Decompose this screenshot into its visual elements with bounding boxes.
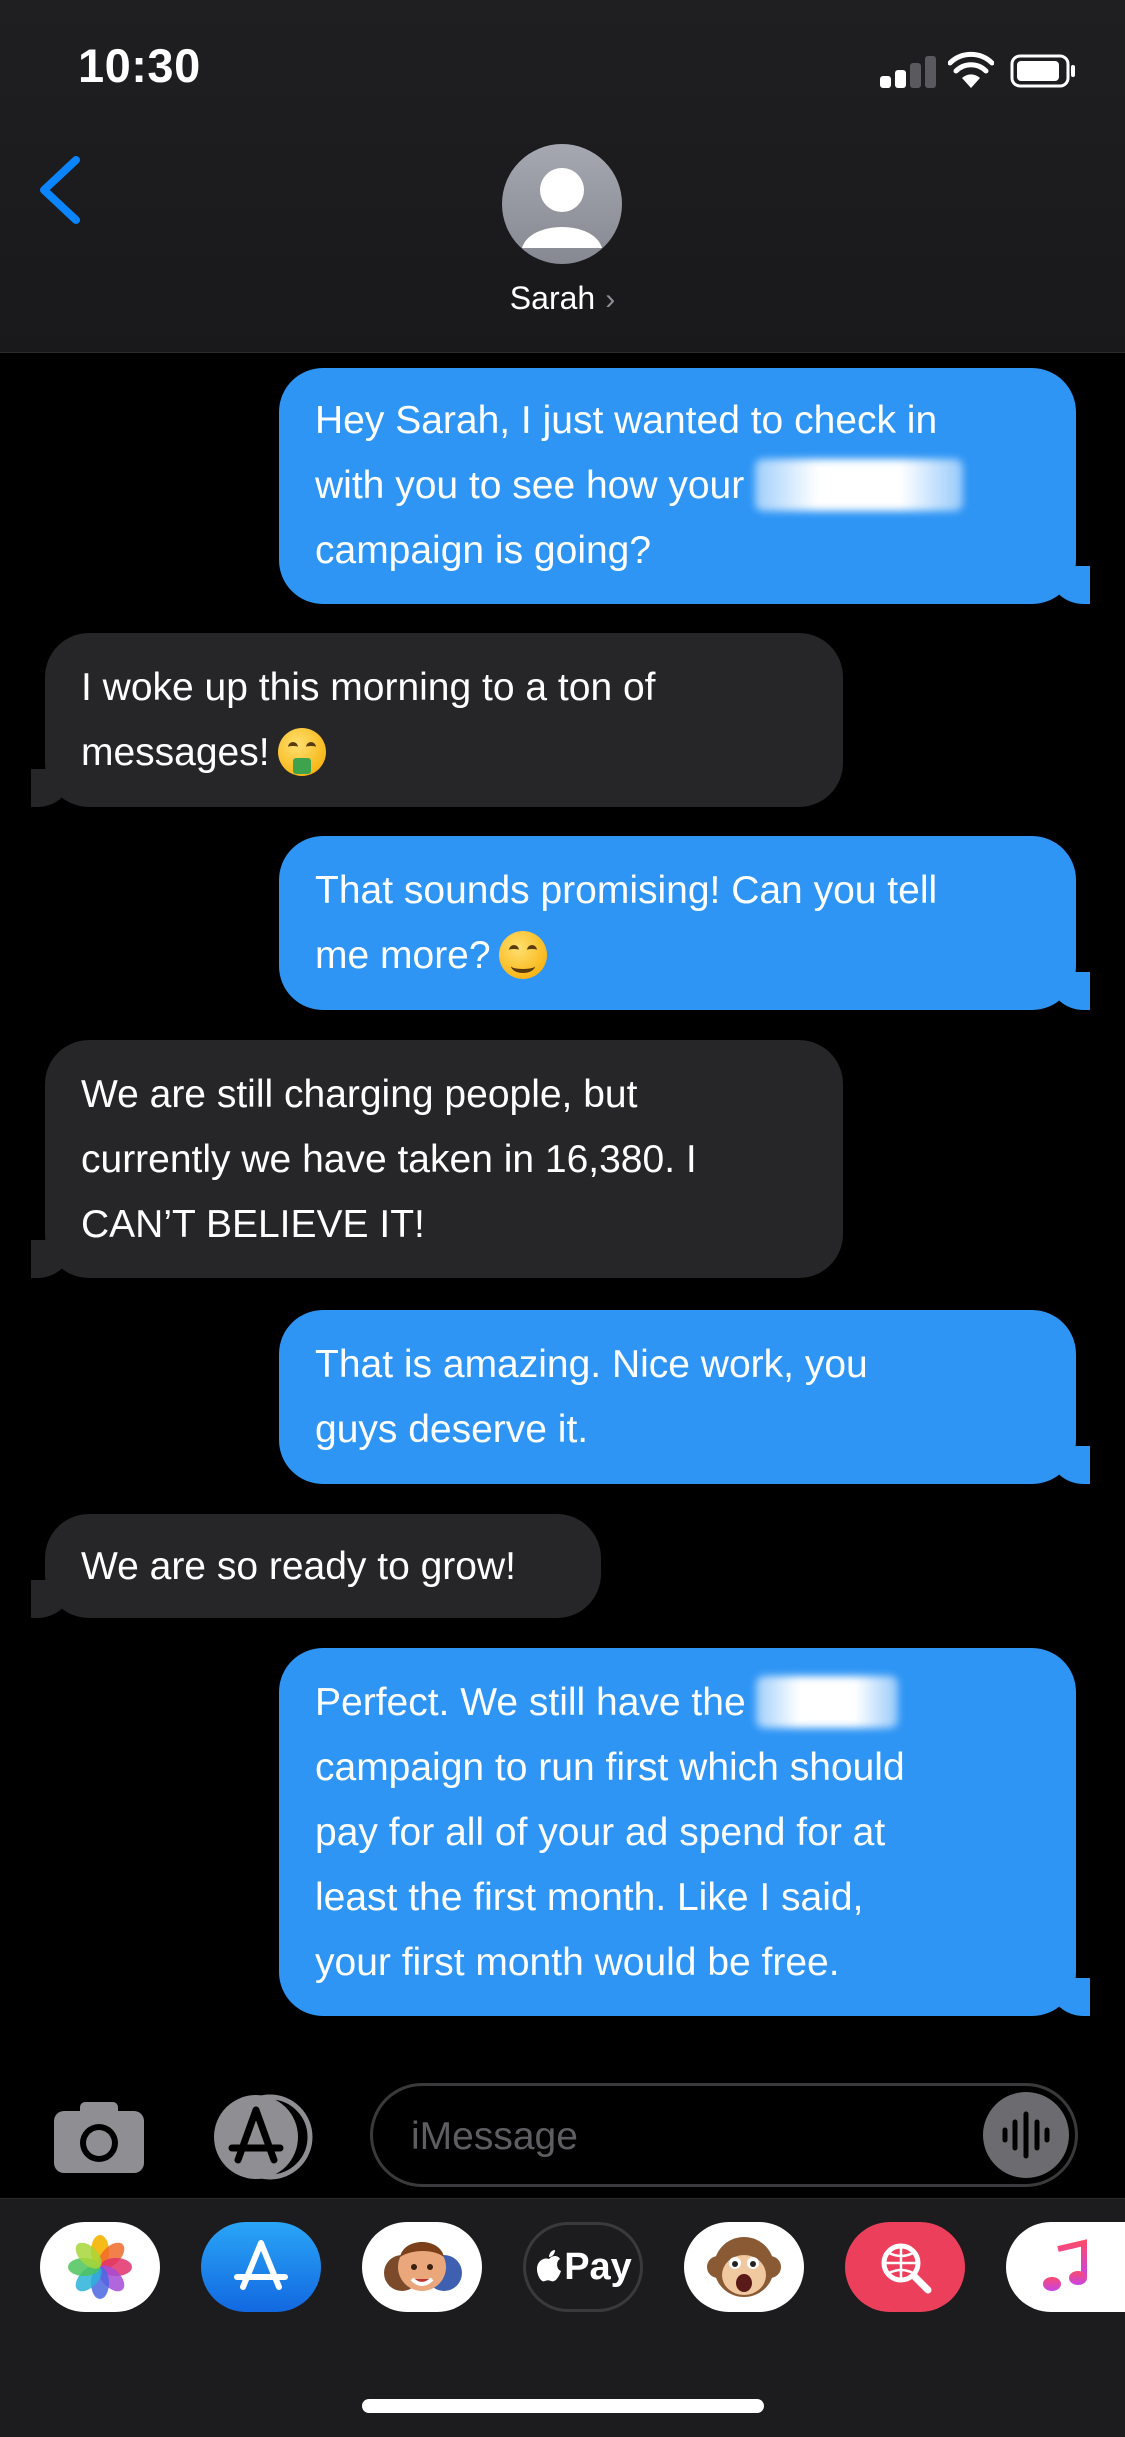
message-bubble-incoming[interactable]: We are still charging people, but curren… [31, 1040, 843, 1278]
message-line: your first month would be free. [315, 1941, 840, 1984]
message-bubble-outgoing[interactable]: Perfect. We still have the campaign to r… [279, 1648, 1090, 2016]
message-line: currently we have taken in 16,380. I [81, 1138, 697, 1181]
message-text: Perfect. We still have the [315, 1681, 746, 1724]
waveform-icon [1002, 2111, 1050, 2159]
message-line: pay for all of your ad spend for at [315, 1811, 886, 1854]
smiling-face-emoji-icon [498, 930, 547, 979]
message-bubble-incoming[interactable]: We are so ready to grow! [31, 1514, 601, 1618]
imessage-input-container[interactable] [370, 2083, 1078, 2187]
battery-icon [1010, 54, 1075, 88]
music-app-icon[interactable] [1006, 2222, 1125, 2312]
message-line: We are so ready to grow! [81, 1545, 516, 1588]
message-line: me more? [315, 923, 1040, 988]
web-image-search-icon[interactable] [845, 2222, 965, 2312]
wifi-icon [948, 51, 994, 88]
message-line: Hey Sarah, I just wanted to check in [315, 399, 938, 442]
home-indicator[interactable] [362, 2399, 764, 2413]
cellular-signal-icon [880, 56, 938, 88]
status-time: 10:30 [78, 39, 201, 92]
message-bubble-outgoing[interactable]: That is amazing. Nice work, you guys des… [279, 1310, 1090, 1484]
message-text: messages! [81, 731, 270, 774]
message-line: CAN’T BELIEVE IT! [81, 1203, 425, 1246]
memoji-stickers-icon[interactable] [362, 2222, 482, 2312]
app-store-icon[interactable] [201, 2222, 321, 2312]
message-bubble-outgoing[interactable]: Hey Sarah, I just wanted to check in wit… [279, 368, 1090, 604]
message-line: campaign is going? [315, 529, 652, 572]
back-chevron-icon[interactable] [30, 150, 90, 230]
message-line: least the first month. Like I said, [315, 1876, 864, 1919]
message-text: with you to see how your [315, 464, 745, 507]
message-line: I woke up this morning to a ton of [81, 666, 656, 709]
apple-logo-icon [537, 2250, 562, 2282]
person-silhouette-icon [522, 168, 602, 248]
message-line: That is amazing. Nice work, you [315, 1343, 868, 1386]
message-line: with you to see how your [315, 453, 1040, 518]
camera-icon[interactable] [52, 2099, 146, 2175]
apple-pay-label: Pay [564, 2245, 632, 2288]
redacted-text [756, 1675, 899, 1728]
message-line: messages! [81, 720, 807, 785]
message-input[interactable] [409, 2106, 953, 2168]
message-text: me more? [315, 934, 491, 977]
message-line: That sounds promising! Can you tell [315, 869, 938, 912]
contact-avatar[interactable] [502, 144, 622, 264]
contact-name-button[interactable]: Sarah › [0, 280, 1125, 317]
audio-message-button[interactable] [983, 2092, 1069, 2178]
music-note-icon [1042, 2239, 1087, 2291]
chevron-right-icon: › [605, 283, 616, 316]
apple-pay-icon[interactable]: Pay [523, 2222, 643, 2312]
photos-app-icon[interactable] [40, 2222, 160, 2312]
app-store-drawer-icon[interactable] [208, 2092, 318, 2182]
message-line: Perfect. We still have the [315, 1670, 1040, 1735]
redacted-text [755, 458, 964, 511]
message-line: guys deserve it. [315, 1408, 589, 1451]
conversation-header: 10:30 Sarah › [0, 0, 1125, 353]
money-mouth-face-emoji-icon [277, 727, 326, 776]
message-line: campaign to run first which should [315, 1746, 905, 1789]
message-bubble-incoming[interactable]: I woke up this morning to a ton of messa… [31, 633, 843, 807]
message-line: We are still charging people, but [81, 1073, 638, 1116]
message-bubble-outgoing[interactable]: That sounds promising! Can you tell me m… [279, 836, 1090, 1010]
animoji-monkey-icon[interactable] [684, 2222, 804, 2312]
contact-name: Sarah [509, 280, 596, 316]
